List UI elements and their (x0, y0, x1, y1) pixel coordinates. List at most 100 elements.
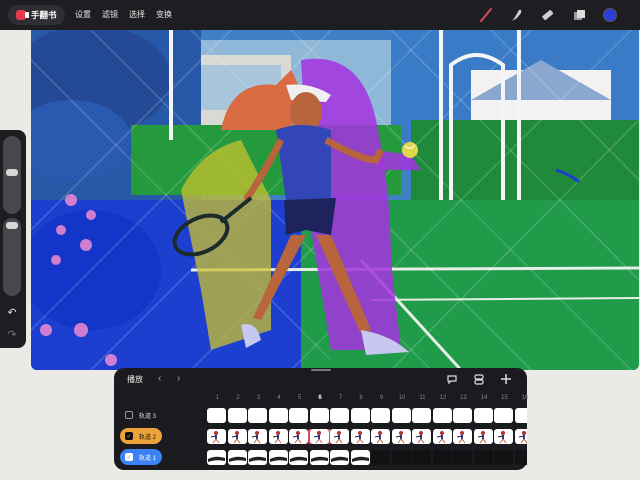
frame-cell[interactable] (473, 408, 493, 423)
frame-cell[interactable] (514, 408, 527, 423)
empty-frame-cell[interactable] (494, 450, 513, 465)
frame-cell[interactable] (391, 408, 411, 423)
color-swatch (603, 8, 617, 22)
frame-number[interactable]: 12 (433, 395, 454, 401)
frame-cell[interactable] (268, 408, 288, 423)
frame-number[interactable]: 2 (228, 395, 249, 401)
frame-thumbnail[interactable] (268, 429, 288, 444)
frame-thumbnail[interactable] (412, 429, 431, 444)
frame-number[interactable]: 11 (412, 395, 433, 401)
frame-number[interactable]: 13 (453, 395, 474, 401)
brush-opacity-slider[interactable] (3, 218, 21, 296)
frame-number[interactable]: 8 (351, 395, 372, 401)
frame-cell[interactable] (371, 408, 390, 423)
frame-cell[interactable] (330, 408, 349, 423)
frame-number[interactable]: 9 (371, 395, 392, 401)
frame-cell[interactable] (207, 408, 226, 423)
eraser-tool[interactable] (538, 6, 556, 24)
drawing-canvas[interactable] (31, 30, 639, 370)
frame-thumbnail[interactable] (248, 450, 267, 465)
frame-thumbnail[interactable] (453, 429, 472, 444)
frame-number[interactable]: 15 (494, 395, 515, 401)
frame-number[interactable]: 3 (248, 395, 269, 401)
layers-icon (574, 10, 585, 20)
gallery-button[interactable]: 手翻书 (8, 5, 65, 25)
frame-thumbnail[interactable] (494, 429, 513, 444)
frame-thumbnail[interactable] (207, 450, 226, 465)
track-3[interactable]: 轨道 3 (120, 407, 162, 423)
frame-thumbnail[interactable] (330, 450, 349, 465)
onion-skin-icon[interactable] (445, 373, 459, 385)
frame-cell[interactable] (309, 408, 329, 423)
layers-tool[interactable] (570, 6, 588, 24)
app-title: 手翻书 (31, 10, 57, 20)
undo-icon[interactable]: ↶ (5, 306, 19, 320)
panel-grab-handle[interactable] (311, 369, 331, 371)
frame-cell[interactable] (412, 408, 431, 423)
track-1[interactable]: ✓ 轨道 1 (120, 449, 163, 465)
frame-cell[interactable] (227, 408, 247, 423)
menu-transform[interactable]: 变换 (156, 0, 172, 30)
track-2-checkbox[interactable]: ✓ (125, 432, 133, 440)
frame-thumbnail[interactable] (227, 450, 247, 465)
frame-number[interactable]: 7 (330, 395, 351, 401)
frame-cell[interactable] (350, 408, 370, 423)
track-2[interactable]: ✓ 轨道 2 (120, 428, 163, 444)
frame-cell[interactable] (289, 408, 308, 423)
frame-cell[interactable] (432, 408, 452, 423)
frame-number[interactable]: 10 (392, 395, 413, 401)
color-picker[interactable] (601, 6, 619, 24)
frame-thumbnail[interactable] (473, 429, 493, 444)
empty-frame-cell[interactable] (371, 450, 390, 465)
menu-select[interactable]: 选择 (129, 0, 145, 30)
frame-thumbnail[interactable] (391, 429, 411, 444)
frame-thumbnail[interactable] (289, 429, 308, 444)
track-3-checkbox[interactable] (125, 411, 133, 419)
frame-thumbnail[interactable] (207, 429, 226, 444)
track-1-checkbox[interactable]: ✓ (125, 453, 133, 461)
chevron-left-icon[interactable]: ‹ (158, 373, 161, 384)
frame-thumbnail[interactable] (350, 429, 370, 444)
frame-thumbnail[interactable] (514, 429, 527, 444)
app-logo-icon (16, 10, 29, 20)
frame-thumbnail[interactable] (371, 429, 390, 444)
frame-number[interactable]: 6 (310, 395, 331, 401)
empty-frame-cell[interactable] (473, 450, 493, 465)
frame-number[interactable]: 14 (474, 395, 495, 401)
frame-thumbnail[interactable] (268, 450, 288, 465)
brush-size-handle[interactable] (6, 169, 18, 176)
frame-cell[interactable] (453, 408, 472, 423)
side-toolbar: ↶ ↷ (0, 130, 26, 348)
track-1-label: 轨道 1 (139, 455, 157, 462)
layer-settings-icon[interactable] (472, 373, 486, 385)
chevron-right-icon[interactable]: › (177, 373, 180, 384)
frame-number[interactable]: 5 (289, 395, 310, 401)
brush-size-slider[interactable] (3, 136, 21, 214)
frame-thumbnail[interactable] (309, 450, 329, 465)
menu-settings[interactable]: 设置 (75, 0, 91, 30)
frame-number[interactable]: 16 (515, 395, 536, 401)
empty-frame-cell[interactable] (432, 450, 452, 465)
empty-frame-cell[interactable] (514, 450, 527, 465)
empty-frame-cell[interactable] (412, 450, 431, 465)
frame-thumbnail[interactable] (350, 450, 370, 465)
smudge-tool[interactable] (507, 6, 525, 24)
frame-cell[interactable] (248, 408, 267, 423)
frame-thumbnail[interactable] (432, 429, 452, 444)
frame-thumbnail[interactable] (330, 429, 349, 444)
frame-cell[interactable] (494, 408, 513, 423)
add-frame-icon[interactable] (499, 373, 513, 385)
frame-number[interactable]: 4 (269, 395, 290, 401)
brush-opacity-handle[interactable] (6, 222, 18, 229)
frame-thumbnail[interactable] (248, 429, 267, 444)
empty-frame-cell[interactable] (391, 450, 411, 465)
frame-number[interactable]: 1 (207, 395, 228, 401)
redo-icon[interactable]: ↷ (5, 328, 19, 342)
empty-frame-cell[interactable] (453, 450, 472, 465)
play-button[interactable]: 播放 (127, 374, 143, 385)
frame-thumbnail[interactable] (289, 450, 308, 465)
frame-thumbnail[interactable] (227, 429, 247, 444)
brush-tool[interactable] (477, 6, 495, 24)
frame-thumbnail[interactable] (307, 429, 331, 444)
menu-filters[interactable]: 滤镜 (102, 0, 118, 30)
